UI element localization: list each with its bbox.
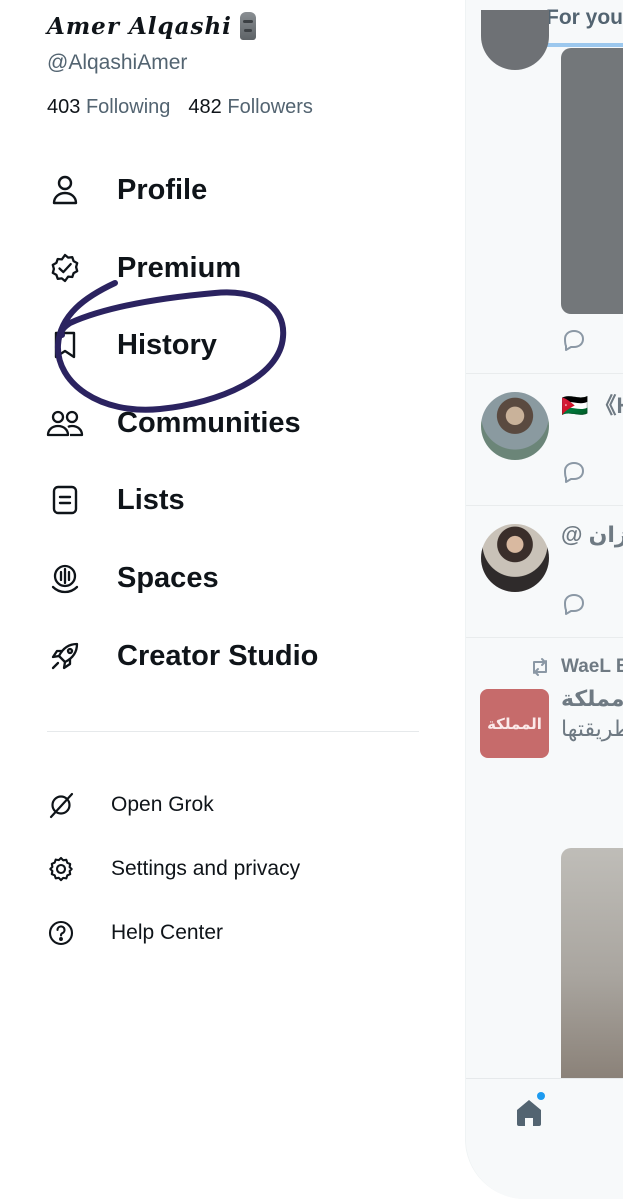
tweet-photo[interactable] <box>561 848 623 1080</box>
following-count: 403 <box>47 96 81 118</box>
followers-label: Followers <box>227 96 313 118</box>
menu-label-help-center: Help Center <box>111 921 224 944</box>
menu-item-communities[interactable]: Communities <box>45 401 301 445</box>
bookmark-icon <box>45 325 85 365</box>
news-logo-text: المملكة <box>487 715 542 733</box>
navigation-drawer: 𝑨𝒎𝒆𝒓 𝑨𝒍𝒒𝒂𝒔𝒉𝒊 @AlqashiAmer 403 Following … <box>0 0 465 1199</box>
menu-label-open-grok: Open Grok <box>111 793 214 816</box>
menu-label-lists: Lists <box>117 483 185 516</box>
tweet-separator <box>466 637 623 638</box>
menu-item-help-center[interactable]: Help Center <box>45 915 223 951</box>
home-icon[interactable] <box>513 1096 545 1128</box>
avatar[interactable] <box>481 392 549 460</box>
menu-label-history: History <box>117 328 217 361</box>
notification-dot <box>537 1092 545 1100</box>
tweet-text-line: مملكة <box>561 686 623 711</box>
menu-item-open-grok[interactable]: Open Grok <box>45 787 214 823</box>
tweet-separator <box>466 505 623 506</box>
followers-count: 482 <box>188 96 222 118</box>
home-timeline: For you 🇯🇴 《H @ رزان WaeL B المملكة مملك… <box>465 0 623 1199</box>
menu-label-communities: Communities <box>117 406 301 439</box>
retweet-icon <box>533 658 547 676</box>
menu-label-creator-studio: Creator Studio <box>117 639 319 672</box>
retweet-label[interactable]: WaeL B <box>561 656 623 678</box>
display-name-text: 𝑨𝒎𝒆𝒓 𝑨𝒍𝒒𝒂𝒔𝒉𝒊 <box>47 12 232 40</box>
menu-label-settings: Settings and privacy <box>111 857 301 880</box>
menu-label-profile: Profile <box>117 173 208 206</box>
gear-icon <box>45 853 77 885</box>
microphone-icon <box>45 558 85 598</box>
menu-item-history[interactable]: History <box>45 323 217 367</box>
bottom-navigation <box>466 1078 623 1199</box>
avatar[interactable] <box>481 524 549 592</box>
tweet-author-name[interactable]: @ رزان <box>561 522 623 548</box>
people-icon <box>45 403 85 443</box>
tweet-author-name[interactable]: 🇯🇴 《H <box>561 388 623 420</box>
help-icon <box>45 917 77 949</box>
following-link[interactable]: 403 Following <box>47 96 170 119</box>
menu-item-settings[interactable]: Settings and privacy <box>45 851 300 887</box>
menu-item-profile[interactable]: Profile <box>45 168 207 212</box>
reply-icon[interactable] <box>561 591 587 617</box>
profile-handle[interactable]: @AlqashiAmer <box>47 51 187 75</box>
menu-label-premium: Premium <box>117 251 242 284</box>
following-label: Following <box>85 96 171 118</box>
verified-badge-icon <box>45 248 85 288</box>
menu-item-creator-studio[interactable]: Creator Studio <box>45 634 318 678</box>
menu-item-premium[interactable]: Premium <box>45 246 241 290</box>
news-logo-avatar[interactable]: المملكة <box>480 689 549 758</box>
followers-link[interactable]: 482 Followers <box>188 96 313 119</box>
active-tab-indicator <box>541 43 623 47</box>
follow-stats: 403 Following 482 Followers <box>47 96 313 119</box>
menu-item-lists[interactable]: Lists <box>45 478 185 522</box>
list-icon <box>45 480 85 520</box>
grok-icon <box>45 789 77 821</box>
menu-item-spaces[interactable]: Spaces <box>45 556 219 600</box>
tweet-text-line: طريقتها <box>561 716 623 741</box>
tab-for-you[interactable]: For you <box>546 6 623 30</box>
reply-icon[interactable] <box>561 459 587 485</box>
tweet-media[interactable] <box>561 48 623 314</box>
rocket-icon <box>45 636 85 676</box>
reply-icon[interactable] <box>561 327 587 353</box>
person-icon <box>45 170 85 210</box>
profile-display-name[interactable]: 𝑨𝒎𝒆𝒓 𝑨𝒍𝒒𝒂𝒔𝒉𝒊 <box>47 12 256 40</box>
avatar[interactable] <box>481 10 549 70</box>
menu-divider <box>47 731 419 732</box>
tweet-separator <box>466 373 623 374</box>
moai-icon <box>239 12 256 40</box>
menu-label-spaces: Spaces <box>117 561 219 594</box>
